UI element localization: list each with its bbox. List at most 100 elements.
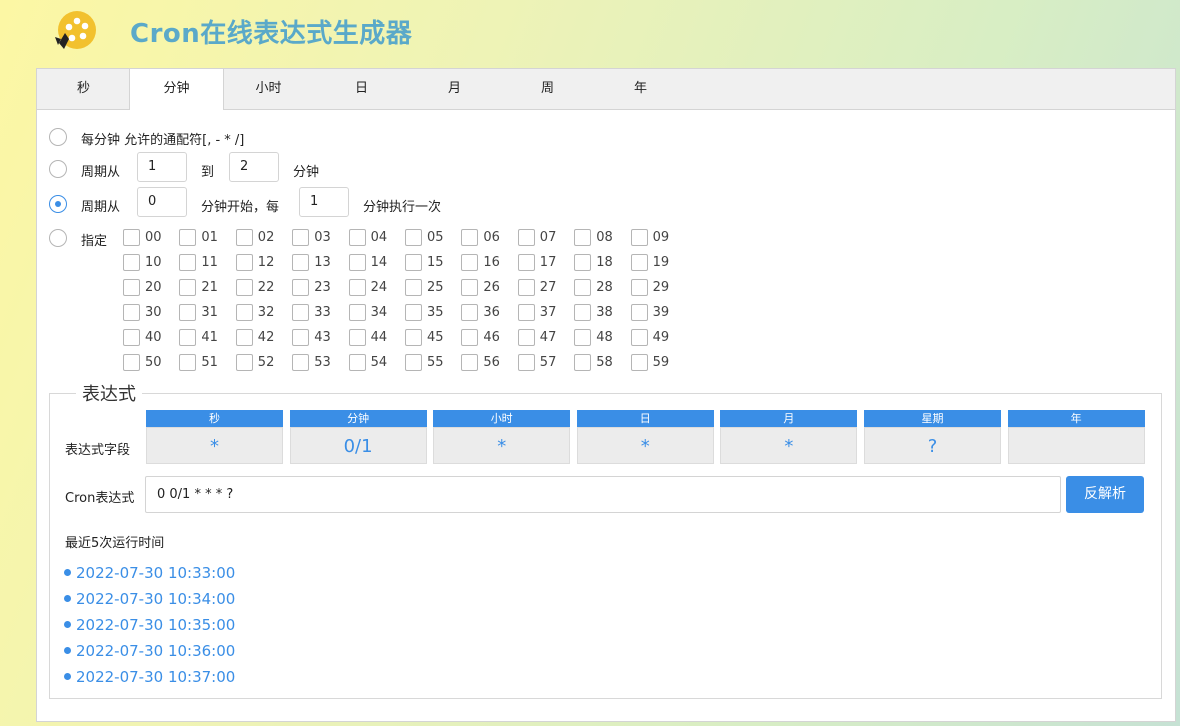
tab-year[interactable]: 年 [594,69,687,109]
every-minute-radio[interactable] [49,128,67,146]
tab-week[interactable]: 周 [501,69,594,109]
minute-checkbox-37[interactable] [517,304,535,321]
range-to-input[interactable]: 2 [229,152,279,182]
minute-checkbox-14[interactable] [348,254,366,271]
minute-checkbox-48[interactable] [574,329,592,346]
minute-checkbox-40[interactable] [123,329,140,346]
increment-radio[interactable] [49,195,67,213]
minute-checkbox-38[interactable] [574,304,592,321]
minute-checkbox-06[interactable] [461,229,479,246]
minute-checkbox-label: 28 [596,280,613,295]
bullet-icon [64,647,71,654]
minute-checkbox-10[interactable] [123,254,140,271]
minute-checkbox-42[interactable] [235,329,253,346]
minute-checkbox-label: 36 [483,305,500,320]
range-radio[interactable] [49,160,67,178]
minute-checkbox-16[interactable] [461,254,479,271]
recent-run-item: 2022-07-30 10:36:00 [64,642,235,660]
increment-start-input[interactable]: 0 [137,187,187,217]
tab-day[interactable]: 日 [315,69,408,109]
minute-checkbox-label: 12 [257,255,275,270]
minute-checkbox-label: 01 [201,230,218,245]
minute-checkbox-55[interactable] [405,354,422,371]
minute-checkbox-54[interactable] [348,354,366,371]
tab-month[interactable]: 月 [408,69,501,109]
minute-checkbox-56[interactable] [461,354,479,371]
minute-checkbox-27[interactable] [517,279,535,296]
minute-checkbox-19[interactable] [630,254,648,271]
tab-second[interactable]: 秒 [37,69,130,109]
range-from-input[interactable]: 1 [137,152,187,182]
minute-checkbox-20[interactable] [123,279,140,296]
minute-checkbox-50[interactable] [123,354,140,371]
minute-checkbox-00[interactable] [123,229,140,246]
minute-checkbox-46[interactable] [461,329,479,346]
minute-checkbox-18[interactable] [574,254,592,271]
bullet-icon [64,621,71,628]
minute-checkbox-53[interactable] [292,354,310,371]
minute-checkbox-label: 33 [314,305,331,320]
minute-checkbox-47[interactable] [517,329,535,346]
minute-checkbox-24[interactable] [348,279,366,296]
minute-checkbox-label: 49 [652,330,670,345]
minute-checkbox-35[interactable] [405,304,422,321]
minute-checkbox-04[interactable] [348,229,366,246]
minute-checkbox-label: 45 [427,330,444,345]
minute-checkbox-15[interactable] [405,254,422,271]
minute-checkbox-44[interactable] [348,329,366,346]
cron-expression-input[interactable]: 0 0/1 * * * ? [145,476,1061,513]
minute-checkbox-49[interactable] [630,329,648,346]
increment-step-input[interactable]: 1 [299,187,349,217]
minute-checkbox-02[interactable] [235,229,253,246]
minute-checkbox-22[interactable] [235,279,253,296]
minute-checkbox-52[interactable] [235,354,253,371]
parse-button[interactable]: 反解析 [1066,476,1144,513]
recent-run-item: 2022-07-30 10:37:00 [64,668,235,686]
minute-checkbox-21[interactable] [179,279,197,296]
tab-hour[interactable]: 小时 [222,69,315,109]
minute-checkbox-label: 05 [427,230,444,245]
minute-checkbox-label: 56 [483,355,500,370]
minute-checkbox-29[interactable] [630,279,648,296]
minute-checkbox-51[interactable] [179,354,197,371]
minute-checkbox-34[interactable] [348,304,366,321]
minute-checkbox-17[interactable] [517,254,535,271]
minute-checkbox-28[interactable] [574,279,592,296]
specific-radio[interactable] [49,229,67,247]
recent-run-time: 2022-07-30 10:33:00 [76,564,236,582]
minute-checkbox-11[interactable] [179,254,197,271]
minute-checkbox-25[interactable] [405,279,422,296]
field-value: * [720,427,858,464]
minute-checkbox-41[interactable] [179,329,197,346]
minute-checkbox-05[interactable] [405,229,422,246]
minute-checkbox-09[interactable] [630,229,648,246]
minute-checkbox-label: 54 [370,355,388,370]
minute-checkbox-label: 04 [370,230,388,245]
minute-checkbox-45[interactable] [405,329,422,346]
minute-checkbox-26[interactable] [461,279,479,296]
minute-checkbox-label: 46 [483,330,500,345]
minute-checkbox-23[interactable] [292,279,310,296]
minute-checkbox-32[interactable] [235,304,253,321]
minute-checkbox-label: 00 [145,230,162,245]
tab-minute[interactable]: 分钟 [129,69,224,110]
range-label: 周期从 [81,165,121,180]
minute-checkbox-31[interactable] [179,304,197,321]
minute-checkbox-07[interactable] [517,229,535,246]
minute-checkbox-01[interactable] [179,229,197,246]
minute-checkbox-57[interactable] [517,354,535,371]
minute-checkbox-30[interactable] [123,304,140,321]
minute-checkbox-33[interactable] [292,304,310,321]
minute-checkbox-label: 40 [145,330,162,345]
minute-checkbox-03[interactable] [292,229,310,246]
minute-checkbox-58[interactable] [574,354,592,371]
expression-legend: 表达式 [76,380,142,406]
field-header: 月 [720,410,858,427]
minute-checkbox-12[interactable] [235,254,253,271]
minute-checkbox-13[interactable] [292,254,310,271]
minute-checkbox-36[interactable] [461,304,479,321]
minute-checkbox-08[interactable] [574,229,592,246]
minute-checkbox-39[interactable] [630,304,648,321]
minute-checkbox-43[interactable] [292,329,310,346]
minute-checkbox-59[interactable] [630,354,648,371]
